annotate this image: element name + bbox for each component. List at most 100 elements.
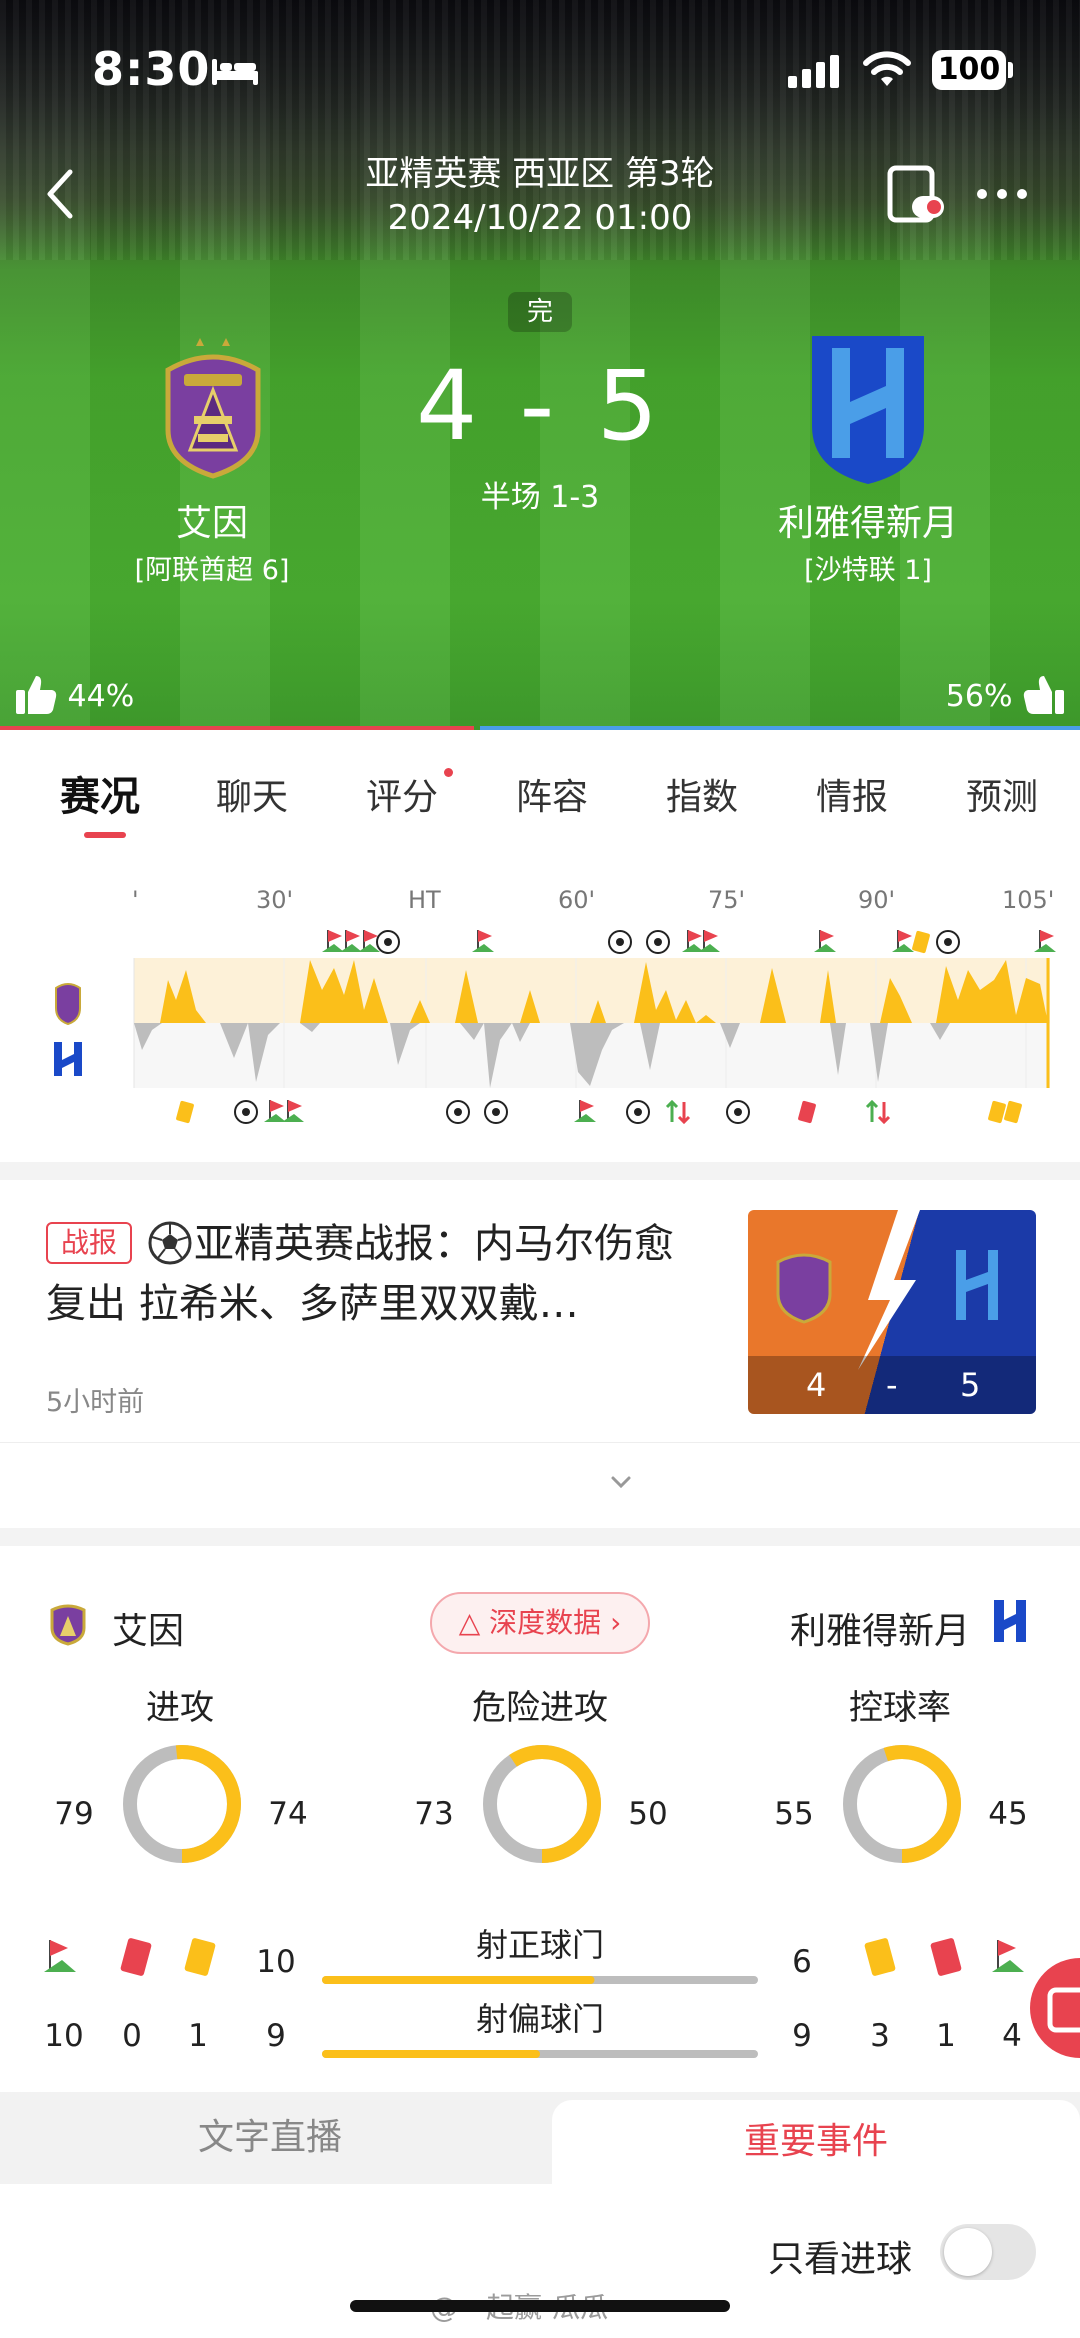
score: 4 - 5 (416, 350, 664, 462)
shots-and-cards: 射正球门 10 6 射偏球门 9 9 10 0 1 3 1 4 (0, 1926, 1080, 2086)
stats-away-name: 利雅得新月 (789, 1611, 970, 1652)
cellular-signal-icon (788, 55, 839, 88)
event-tabs: 文字直播 重要事件 (0, 2092, 1080, 2184)
news-title-text: 亚精英赛战报：内马尔伤愈复出 拉希米、多萨里双双戴… (46, 1221, 674, 1327)
news-timestamp: 5小时前 (46, 1387, 145, 1418)
thumbs-up-icon (1023, 676, 1064, 714)
goal-ball-icon (726, 1100, 750, 1124)
yellow-card-icon (988, 1100, 1006, 1124)
thumbnail-scorebar: 4 - 5 (748, 1356, 1036, 1414)
chevron-right-icon: › (601, 1606, 622, 1639)
home-yellow-count: 1 (188, 2018, 208, 2054)
stat-attacks: 进攻 79 74 (30, 1680, 330, 1880)
news-report-tag: 战报 (46, 1222, 132, 1264)
news-thumbnail[interactable]: 4 - 5 (748, 1210, 1036, 1414)
away-team-name[interactable]: 利雅得新月 (740, 494, 996, 546)
home-vote-percent: 44% (67, 679, 135, 714)
match-status-badge: 完 (508, 292, 572, 332)
home-value: 79 (54, 1796, 94, 1832)
away-shots-off-target: 9 (792, 2018, 812, 2054)
home-vote-bar (0, 726, 474, 730)
floating-window-icon[interactable] (884, 164, 948, 228)
home-team-name[interactable]: 艾因 (112, 494, 312, 546)
active-tab-indicator (84, 832, 126, 838)
away-vote-percent: 56% (945, 679, 1013, 714)
tab-prediction[interactable]: 预测 (966, 768, 1038, 820)
goal-ball-icon (446, 1100, 470, 1124)
goals-only-toggle[interactable] (940, 2224, 1036, 2280)
home-vote[interactable]: 44% (14, 672, 134, 716)
goal-ball-icon (626, 1100, 650, 1124)
home-value: 55 (774, 1796, 814, 1832)
corner-flag-icon (574, 1100, 596, 1122)
chevron-down-icon (611, 1476, 631, 1489)
stat-possession: 控球率 55 45 (750, 1680, 1050, 1880)
home-indicator (350, 2300, 730, 2312)
substitution-icon (665, 1099, 691, 1125)
wifi-icon (863, 51, 911, 86)
status-bar: 8:30 100 (0, 0, 1080, 140)
corner-flag-icon (264, 1100, 286, 1122)
deep-data-button[interactable]: △ 深度数据 › (430, 1592, 650, 1654)
away-vote[interactable]: 56% (946, 672, 1066, 716)
tab-odds[interactable]: 指数 (666, 768, 738, 820)
tab-key-events[interactable]: 重要事件 (552, 2100, 1080, 2184)
news-headline[interactable]: 亚精英赛战报：内马尔伤愈复出 拉希米、多萨里双双戴… (46, 1214, 706, 1334)
thumbs-up-icon (16, 676, 57, 714)
tab-text-live[interactable]: 文字直播 (0, 2092, 540, 2184)
away-team-crest-icon[interactable] (806, 330, 930, 486)
halftime-score: 半场 1-3 (480, 480, 600, 515)
stat-title: 控球率 (849, 1688, 951, 1728)
match-stats: 艾因 △ 深度数据 › 利雅得新月 进攻 79 74 危险进攻 73 50 控球… (0, 1546, 1080, 2092)
deep-data-label: 深度数据 (489, 1606, 602, 1639)
dangerous-attack-donut (483, 1745, 601, 1863)
away-event-markers (176, 1099, 1022, 1125)
thumb-score-dash: - (886, 1366, 898, 1404)
home-shots-on-target: 10 (256, 1944, 296, 1980)
warning-triangle-icon: △ (458, 1606, 490, 1639)
section-divider (0, 1528, 1080, 1546)
yellow-card-icon (1004, 1100, 1022, 1124)
stat-title: 危险进攻 (472, 1688, 608, 1728)
battery-indicator: 100 (932, 50, 1006, 90)
tab-ratings[interactable]: 评分 (366, 768, 438, 820)
more-options-icon[interactable] (974, 184, 1030, 204)
momentum-timeline[interactable]: ' 30' HT 60' 75' 90' 105' (0, 850, 1080, 1162)
home-team-league-rank: [阿联酋超 6] (134, 555, 290, 586)
thumb-away-score: 5 (960, 1366, 981, 1404)
shots-off-target-label: 射偏球门 (475, 2000, 604, 2038)
home-share-bar (322, 2050, 540, 2058)
away-shots-on-target: 6 (792, 1944, 812, 1980)
stat-title: 进攻 (146, 1688, 214, 1728)
goal-ball-icon (234, 1100, 258, 1124)
home-share-bar (322, 1976, 595, 1984)
tab-lineup[interactable]: 阵容 (516, 768, 588, 820)
corner-flag-icon (282, 1100, 304, 1122)
tab-live-status[interactable]: 赛况 (60, 764, 140, 822)
vote-ratio-bar (0, 726, 1080, 730)
home-team-crest-icon[interactable] (160, 330, 266, 480)
away-red-count: 1 (936, 2018, 956, 2054)
shots-on-target-label: 射正球门 (475, 1926, 604, 1964)
tab-chat[interactable]: 聊天 (216, 768, 288, 820)
match-tabs: 赛况 聊天 评分 阵容 指数 情报 预测 (0, 736, 1080, 846)
away-vote-bar (480, 726, 1080, 730)
expand-news-toggle[interactable] (0, 1442, 1080, 1528)
attack-donut (123, 1745, 241, 1863)
substitution-icon (865, 1099, 891, 1125)
home-value: 73 (414, 1796, 454, 1832)
match-header: 8:30 100 亚精英赛 西亚区 第3轮 2024/10/22 01:00 完… (0, 0, 1080, 730)
home-team-crest-icon (50, 1604, 86, 1646)
yellow-card-icon (176, 1100, 194, 1124)
sleep-mode-icon (212, 59, 258, 85)
away-team-crest-icon (994, 1600, 1026, 1642)
match-nav: 亚精英赛 西亚区 第3轮 2024/10/22 01:00 (0, 140, 1080, 250)
stats-home-name: 艾因 (112, 1611, 185, 1652)
clock: 8:30 (92, 42, 211, 96)
tab-intel[interactable]: 情报 (816, 768, 888, 820)
goal-ball-icon (484, 1100, 508, 1124)
soccer-ball-icon (148, 1221, 192, 1265)
away-team-league-rank: [沙特联 1] (804, 555, 932, 586)
news-card[interactable]: 亚精英赛战报：内马尔伤愈复出 拉希米、多萨里双双戴… 战报 5小时前 4 - 5 (0, 1180, 1080, 1442)
toggle-knob (944, 2228, 992, 2276)
